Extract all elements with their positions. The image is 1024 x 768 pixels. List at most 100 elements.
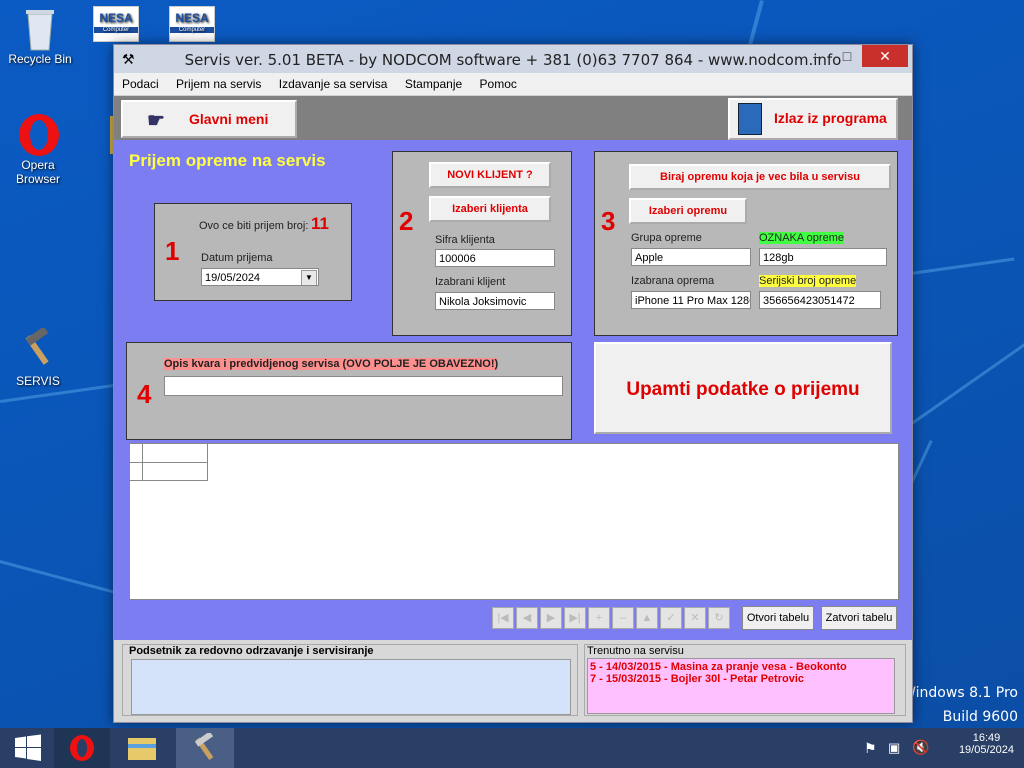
recycle-bin-label: Recycle Bin (8, 52, 72, 66)
nav-last-icon[interactable]: ▶| (564, 607, 586, 629)
title-bar[interactable]: ⚒ Servis ver. 5.01 BETA - by NODCOM soft… (114, 45, 912, 73)
open-table-button[interactable]: Otvori tabelu (742, 606, 814, 630)
client-code-label: Sifra klijenta (435, 234, 495, 246)
selected-client-label: Izabrani klijent (435, 276, 506, 288)
opera-icon (70, 735, 94, 761)
minimize-button[interactable]: – (802, 45, 832, 67)
recycle-bin-icon (18, 6, 62, 51)
serial-number-label: Serijski broj opreme (759, 275, 857, 287)
nav-edit-icon[interactable]: ▲ (636, 607, 658, 629)
clock[interactable]: 16:49 19/05/2024 (959, 732, 1014, 756)
description-panel: Opis kvara i predvidjenog servisa (OVO P… (126, 342, 572, 440)
current-service-label: Trenutno na servisu (587, 645, 684, 657)
step-number-2: 2 (399, 206, 414, 236)
nesa-logo-icon: NESA Computer (169, 6, 215, 42)
hand-pointer-icon: ☛ (147, 110, 165, 132)
nesa-logo-title: NESA (175, 11, 209, 25)
servis-desktop-icon[interactable]: SERVIS (2, 326, 74, 388)
nav-prev-icon[interactable]: ◀ (516, 607, 538, 629)
current-service-list[interactable]: 5 - 14/03/2015 - Masina za pranje vesa -… (587, 658, 895, 714)
receipt-number-value: 11 (311, 214, 329, 233)
client-code-field[interactable]: 100006 (435, 249, 555, 267)
network-icon[interactable]: ▣ (888, 740, 900, 756)
menu-bar: Podaci Prijem na servis Izdavanje sa ser… (114, 73, 912, 96)
selected-equipment-field[interactable]: iPhone 11 Pro Max 128GB (631, 291, 751, 309)
taskbar-opera[interactable] (54, 728, 110, 768)
equipment-panel: Biraj opremu koja je vec bila u servisu … (594, 151, 898, 336)
reminder-group: Podsetnik za redovno odrzavanje i servis… (122, 644, 578, 716)
hammer-tools-icon (194, 731, 214, 760)
exit-label: Izlaz iz programa (774, 110, 887, 126)
servis-label: SERVIS (16, 374, 60, 388)
toolbar: ☛ Glavni meni Izlaz iz programa (114, 96, 912, 140)
step-number-1: 1 (165, 236, 180, 266)
nesa-logo-icon: NESA Computer (93, 6, 139, 42)
new-client-button[interactable]: NOVI KLIJENT ? (429, 162, 551, 188)
taskbar-servis[interactable] (176, 728, 234, 768)
nesa-second-desktop-icon[interactable]: NESA Computer (156, 6, 228, 42)
taskbar-file-explorer[interactable] (114, 728, 170, 768)
windows-build-line: Build 9600 (942, 709, 1018, 725)
current-service-group: Trenutno na servisu 5 - 14/03/2015 - Mas… (584, 644, 906, 716)
close-button[interactable]: ✕ (862, 45, 908, 67)
equipment-group-label: Grupa opreme (631, 232, 702, 244)
nav-cancel-icon[interactable]: ✕ (684, 607, 706, 629)
menu-pomoc[interactable]: Pomoc (472, 73, 523, 91)
start-button[interactable] (0, 728, 56, 768)
flag-icon[interactable]: ⚑ (864, 740, 877, 757)
nesa-logo-sub: Computer (170, 27, 214, 33)
date-picker[interactable]: 19/05/2024 ▼ (201, 268, 319, 286)
nav-refresh-icon[interactable]: ↻ (708, 607, 730, 629)
menu-stampanje[interactable]: Stampanje (397, 73, 468, 91)
windows-logo-icon (15, 734, 41, 761)
description-label: Opis kvara i predvidjenog servisa (OVO P… (164, 358, 499, 370)
serial-number-field[interactable]: 356656423051472 (759, 291, 881, 309)
nav-first-icon[interactable]: |◀ (492, 607, 514, 629)
close-table-button[interactable]: Zatvori tabelu (821, 606, 897, 630)
nav-post-icon[interactable]: ✓ (660, 607, 682, 629)
nav-next-icon[interactable]: ▶ (540, 607, 562, 629)
choose-equipment-button[interactable]: Izaberi opremu (629, 198, 747, 224)
previous-equipment-button[interactable]: Biraj opremu koja je vec bila u servisu (629, 164, 891, 190)
grid-header-cell (142, 444, 208, 463)
current-service-item[interactable]: 7 - 15/03/2015 - Bojler 30l - Petar Petr… (590, 673, 892, 685)
opera-label: Opera Browser (15, 158, 60, 186)
opera-icon (16, 112, 60, 156)
grid-cell[interactable] (142, 462, 208, 481)
save-receipt-button[interactable]: Upamti podatke o prijemu (594, 342, 892, 434)
window-title: Servis ver. 5.01 BETA - by NODCOM softwa… (184, 51, 842, 69)
nesa-logo-sub: Computer (94, 27, 138, 33)
menu-prijem-na-servis[interactable]: Prijem na servis (168, 73, 267, 91)
equipment-group-field[interactable]: Apple (631, 248, 751, 266)
exit-door-icon (738, 103, 762, 135)
servis-app-window: ⚒ Servis ver. 5.01 BETA - by NODCOM soft… (113, 44, 913, 723)
step-number-3: 3 (601, 206, 616, 236)
chevron-down-icon[interactable]: ▼ (301, 270, 317, 285)
clock-time: 16:49 (972, 732, 1001, 744)
volume-muted-icon[interactable]: 🔇 (912, 739, 929, 756)
selected-client-field[interactable]: Nikola Joksimovic (435, 292, 555, 310)
reminder-list[interactable] (131, 659, 571, 715)
hammer-tools-icon (16, 326, 60, 372)
main-menu-button[interactable]: ☛ Glavni meni (121, 100, 297, 138)
choose-client-button[interactable]: Izaberi klijenta (429, 196, 551, 222)
menu-izdavanje-sa-servisa[interactable]: Izdavanje sa servisa (271, 73, 394, 91)
opera-desktop-icon[interactable]: Opera Browser (2, 112, 74, 186)
menu-podaci[interactable]: Podaci (114, 73, 165, 91)
nav-delete-icon[interactable]: – (612, 607, 634, 629)
selected-equipment-label: Izabrana oprema (631, 275, 715, 287)
current-service-item[interactable]: 5 - 14/03/2015 - Masina za pranje vesa -… (590, 661, 892, 673)
reminder-label: Podsetnik za redovno odrzavanje i servis… (129, 645, 374, 657)
data-grid[interactable] (129, 443, 899, 600)
page-title: Prijem opreme na servis (129, 151, 326, 170)
nav-insert-icon[interactable]: + (588, 607, 610, 629)
description-input[interactable] (164, 376, 563, 396)
equipment-mark-field[interactable]: 128gb (759, 248, 887, 266)
exit-button[interactable]: Izlaz iz programa (728, 98, 898, 140)
equipment-mark-label: OZNAKA opreme (759, 232, 844, 244)
recycle-bin-desktop-icon[interactable]: Recycle Bin (4, 6, 76, 66)
nesa-logo-title: NESA (99, 11, 133, 25)
folder-icon (128, 738, 156, 760)
maximize-button[interactable]: □ (832, 45, 862, 67)
date-value: 19/05/2024 (205, 272, 261, 284)
